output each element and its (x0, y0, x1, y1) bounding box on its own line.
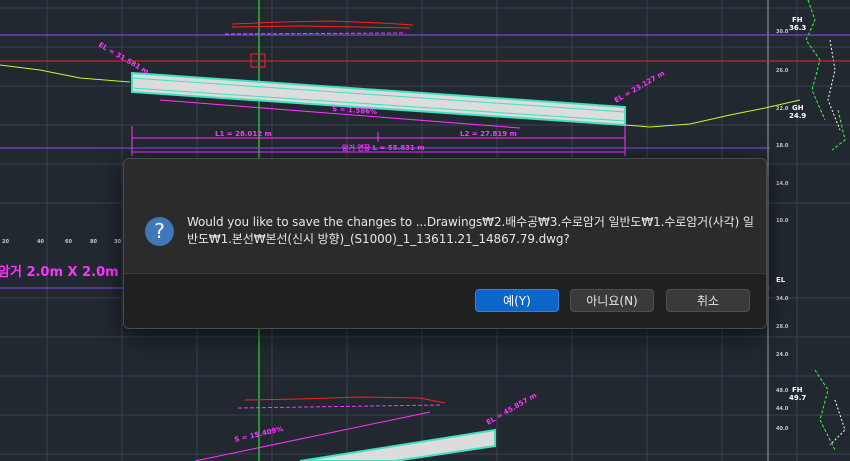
right-scale-label: 24.0 (776, 352, 789, 358)
station-tick: 40 (37, 239, 44, 245)
question-icon: ? (145, 217, 174, 246)
right-contours (805, 0, 846, 451)
length-l2-label: L2 = 27.819 m (460, 130, 517, 138)
dialog-body: ? Would you like to save the changes to … (124, 159, 766, 273)
right-scale-labels: 30.0 26.0 22.0 18.0 14.0 10.0 34.0 28.0 … (776, 29, 789, 432)
right-scale-label: 10.0 (776, 218, 789, 224)
right-scale-label: 44.0 (776, 406, 789, 412)
fh-value-top: 36.3 (789, 24, 806, 32)
right-scale-label: 48.0 (776, 388, 789, 394)
dialog-footer: 예(Y) 아니요(N) 취소 (124, 273, 766, 328)
el-label: EL (776, 276, 786, 284)
fh-label-bottom: FH (792, 386, 803, 394)
right-scale-label: 14.0 (776, 181, 789, 187)
culvert-body-bottom (299, 428, 496, 461)
cancel-button[interactable]: 취소 (666, 289, 750, 312)
yes-button[interactable]: 예(Y) (475, 289, 559, 312)
length-l1-label: L1 = 28.012 m (215, 130, 272, 138)
top-sketch (224, 20, 414, 35)
fh-value-bottom: 49.7 (789, 394, 806, 402)
dialog-message: Would you like to save the changes to ..… (187, 215, 754, 246)
save-changes-dialog: ? Would you like to save the changes to … (123, 158, 767, 329)
culvert-size-title: 암거 2.0m X 2.0m (0, 264, 119, 280)
el-label-bottom: EL = 45.857 m (485, 391, 538, 426)
el-label-left: EL = 31.581 m (97, 41, 150, 76)
fh-label-top: FH (792, 16, 803, 24)
right-scale-label: 30.0 (776, 29, 789, 35)
station-tick: 30 (114, 239, 121, 245)
right-scale-label: 28.0 (776, 324, 789, 330)
right-scale-label: 26.0 (776, 68, 789, 74)
right-scale-label: 40.0 (776, 426, 789, 432)
right-scale-label: 22.0 (776, 106, 789, 112)
right-scale-label: 34.0 (776, 296, 789, 302)
gh-label: GH (792, 104, 804, 112)
station-tick: 20 (2, 239, 9, 245)
station-tick: 80 (90, 239, 97, 245)
el-label-right: EL = 23.127 m (613, 69, 666, 104)
no-button[interactable]: 아니요(N) (570, 289, 654, 312)
left-station-ticks: 20 40 60 80 30 (2, 239, 121, 245)
gh-value: 24.9 (789, 112, 806, 120)
right-scale-label: 18.0 (776, 143, 789, 149)
total-length-label: 암거 연장 L = 55.831 m (342, 143, 425, 152)
station-tick: 60 (65, 239, 72, 245)
